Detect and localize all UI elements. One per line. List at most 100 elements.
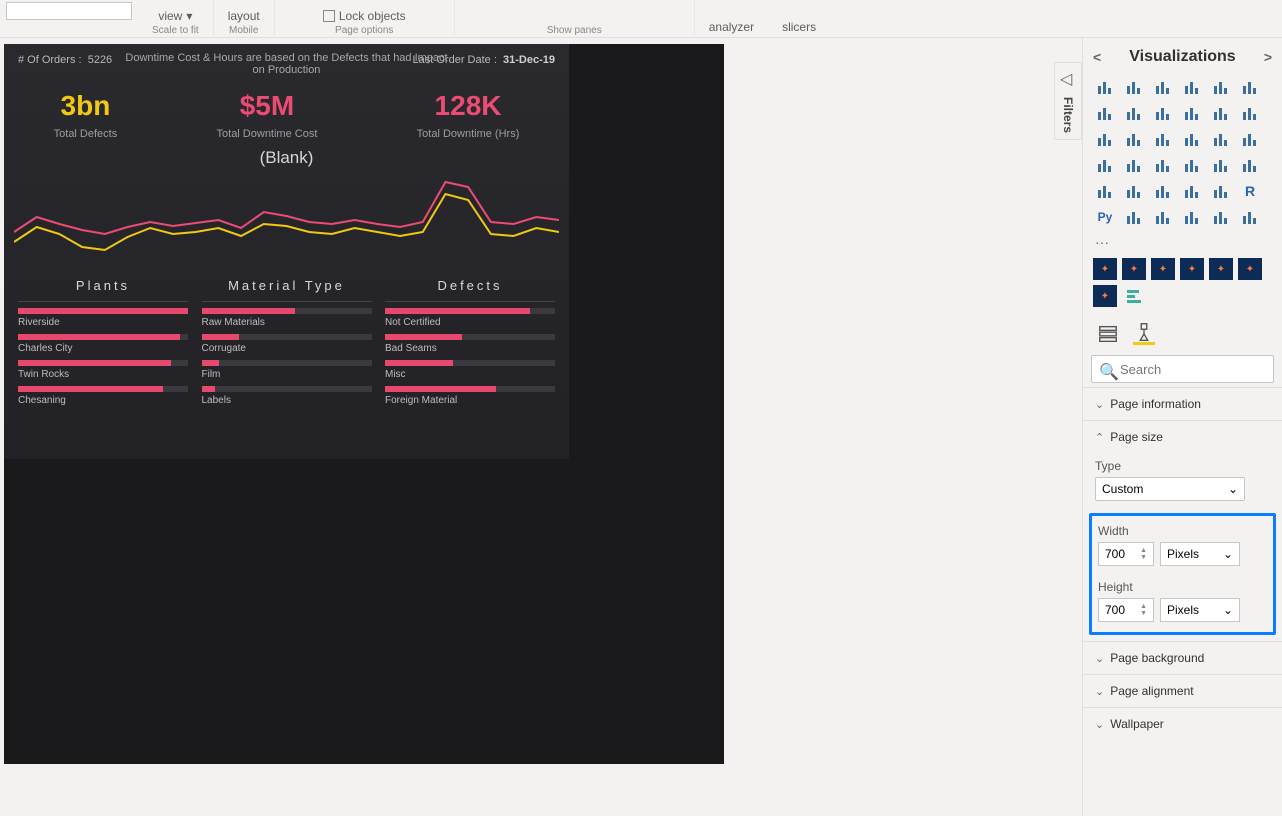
qna-icon[interactable]: [1180, 206, 1204, 228]
collapse-right-icon[interactable]: >: [1264, 49, 1272, 65]
section-page-size[interactable]: ⌃Page size: [1083, 420, 1282, 453]
section-wallpaper[interactable]: ⌄Wallpaper: [1083, 707, 1282, 740]
section-page-background[interactable]: ⌄Page background: [1083, 641, 1282, 674]
gauge-icon[interactable]: [1209, 154, 1233, 176]
plants-column: Plants RiversideCharles CityTwin RocksCh…: [18, 278, 188, 412]
section-page-information[interactable]: ⌄Page information: [1083, 387, 1282, 420]
height-input[interactable]: 700▲▼: [1098, 598, 1154, 622]
filled-map-icon[interactable]: [1122, 154, 1146, 176]
chevron-down-icon: ⌄: [1095, 398, 1104, 411]
scatter-icon[interactable]: [1151, 128, 1175, 150]
format-tab[interactable]: [1133, 323, 1155, 345]
line-clustered-icon[interactable]: [1180, 102, 1204, 124]
multi-card-icon[interactable]: [1093, 180, 1117, 202]
width-unit-select[interactable]: Pixels⌄: [1160, 542, 1240, 566]
ribbon-textbox[interactable]: [6, 2, 132, 20]
bar-item[interactable]: Riverside: [18, 308, 188, 328]
chevron-down-icon: ⌄: [1095, 685, 1104, 698]
bar-item[interactable]: Chesaning: [18, 386, 188, 406]
chevron-down-icon: ⌄: [1228, 482, 1238, 496]
visualization-picker: R Py: [1083, 72, 1282, 232]
filters-pane-collapsed[interactable]: ◁ Filters: [1054, 62, 1082, 140]
treemap-icon[interactable]: [1238, 128, 1262, 150]
shape-map-icon[interactable]: [1151, 154, 1175, 176]
custom-visual-icon[interactable]: ✦: [1122, 258, 1146, 280]
kpi-hours-label: Total Downtime (Hrs): [417, 128, 520, 140]
orders-value: 5226: [88, 54, 112, 66]
bar-item[interactable]: Foreign Material: [385, 386, 555, 406]
stacked-area-icon[interactable]: [1151, 102, 1175, 124]
collapse-left-icon[interactable]: <: [1093, 49, 1101, 65]
line-icon[interactable]: [1093, 102, 1117, 124]
100-stacked-column-icon[interactable]: [1238, 76, 1262, 98]
section-page-alignment[interactable]: ⌄Page alignment: [1083, 674, 1282, 707]
clustered-bar-icon[interactable]: [1180, 76, 1204, 98]
powerapps-icon[interactable]: [1238, 206, 1262, 228]
custom-visual-icon[interactable]: ✦: [1093, 285, 1117, 307]
page-options-label: Page options: [335, 25, 393, 36]
funnel-icon[interactable]: [1122, 128, 1146, 150]
visualizations-title: Visualizations: [1129, 48, 1235, 66]
slicer-icon[interactable]: [1151, 180, 1175, 202]
line-chart[interactable]: [14, 172, 559, 272]
area-icon[interactable]: [1122, 102, 1146, 124]
stacked-bar-icon[interactable]: [1093, 76, 1117, 98]
lastdate-value: 31-Dec-19: [503, 54, 555, 66]
kpi-defects-value: 3bn: [54, 90, 118, 122]
type-select[interactable]: Custom⌄: [1095, 477, 1245, 501]
line-stacked-icon[interactable]: [1209, 102, 1233, 124]
horizontal-bar-icon[interactable]: [1122, 285, 1146, 307]
bar-item[interactable]: Misc: [385, 360, 555, 380]
key-influencers-icon[interactable]: [1122, 206, 1146, 228]
bar-item[interactable]: Charles City: [18, 334, 188, 354]
bar-item[interactable]: Not Certified: [385, 308, 555, 328]
chevron-up-icon: ⌃: [1095, 431, 1104, 444]
bar-item[interactable]: Labels: [202, 386, 372, 406]
more-visuals[interactable]: ···: [1083, 232, 1282, 252]
chart-title-blank: (Blank): [4, 148, 569, 168]
ribbon-analyzer[interactable]: analyzer: [695, 0, 768, 36]
custom-visual-icon[interactable]: ✦: [1093, 258, 1117, 280]
py-visual-icon[interactable]: Py: [1093, 206, 1117, 228]
bar-item[interactable]: Twin Rocks: [18, 360, 188, 380]
matrix-icon[interactable]: [1209, 180, 1233, 202]
azure-map-icon[interactable]: [1180, 154, 1204, 176]
donut-icon[interactable]: [1209, 128, 1233, 150]
ribbon-icon[interactable]: [1238, 102, 1262, 124]
table-icon[interactable]: [1180, 180, 1204, 202]
canvas-area: # Of Orders : 5226 Last Order Date : 31-…: [0, 38, 1052, 816]
waterfall-icon[interactable]: [1093, 128, 1117, 150]
custom-visual-icon[interactable]: ✦: [1238, 258, 1262, 280]
width-input[interactable]: 700▲▼: [1098, 542, 1154, 566]
report-canvas[interactable]: # Of Orders : 5226 Last Order Date : 31-…: [4, 44, 724, 764]
height-unit-select[interactable]: Pixels⌄: [1160, 598, 1240, 622]
custom-visual-icon[interactable]: ✦: [1151, 258, 1175, 280]
paginated-icon[interactable]: [1209, 206, 1233, 228]
decomposition-icon[interactable]: [1151, 206, 1175, 228]
ribbon-slicers[interactable]: slicers: [768, 0, 830, 36]
fields-tab[interactable]: [1097, 323, 1119, 345]
r-visual-icon[interactable]: R: [1238, 180, 1262, 202]
pie-icon[interactable]: [1180, 128, 1204, 150]
ribbon-lock[interactable]: Lock objects Page options: [275, 0, 455, 36]
custom-visual-icon[interactable]: ✦: [1180, 258, 1204, 280]
custom-visual-icon[interactable]: ✦: [1209, 258, 1233, 280]
stacked-column-icon[interactable]: [1151, 76, 1175, 98]
chevron-down-icon: ⌄: [1223, 547, 1233, 561]
expand-icon: ◁: [1060, 69, 1076, 85]
ribbon-layout[interactable]: layout Mobile: [214, 0, 275, 36]
search-box[interactable]: 🔍: [1091, 355, 1274, 383]
100-stacked-bar-icon[interactable]: [1209, 76, 1233, 98]
bar-item[interactable]: Film: [202, 360, 372, 380]
bar-item[interactable]: Corrugate: [202, 334, 372, 354]
width-label: Width: [1098, 524, 1267, 538]
map-icon[interactable]: [1093, 154, 1117, 176]
clustered-column-icon[interactable]: [1122, 76, 1146, 98]
defects-column: Defects Not CertifiedBad SeamsMiscForeig…: [385, 278, 555, 412]
ribbon-view[interactable]: view ▾ Scale to fit: [138, 0, 214, 36]
kpi-hours-value: 128K: [417, 90, 520, 122]
kpi-icon[interactable]: [1122, 180, 1146, 202]
bar-item[interactable]: Raw Materials: [202, 308, 372, 328]
card-icon[interactable]: [1238, 154, 1262, 176]
bar-item[interactable]: Bad Seams: [385, 334, 555, 354]
